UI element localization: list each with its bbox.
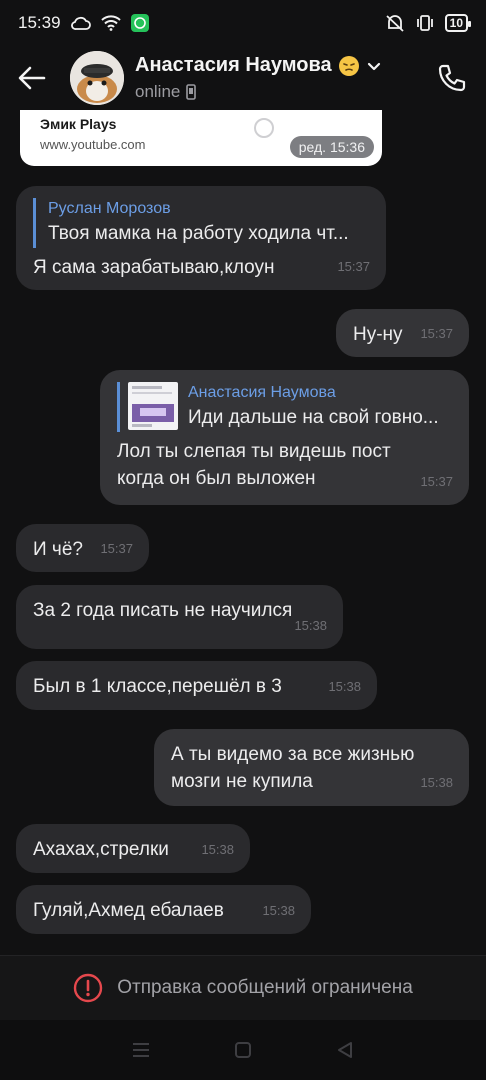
- link-preview-title: Эмик Plays: [40, 116, 117, 132]
- phone-device-icon: [186, 84, 197, 100]
- contact-avatar[interactable]: [70, 51, 124, 105]
- message-bubble[interactable]: Ну-ну 15:37: [336, 309, 469, 357]
- vibrate-icon: [415, 14, 435, 32]
- message-text-line1: Лол ты слепая ты видешь пост: [117, 441, 391, 462]
- contact-status: online: [135, 82, 181, 101]
- silent-mode-icon: [385, 14, 405, 32]
- chat-screen: 15:39 10 Анастасия Наумова online Эмик P…: [0, 0, 486, 1080]
- link-preview-card[interactable]: Эмик Plays www.youtube.com ред. 15:36: [20, 110, 382, 166]
- message-bubble[interactable]: А ты видемо за все жизнью мозги не купил…: [154, 729, 469, 806]
- reply-author: Руслан Морозов: [48, 200, 171, 217]
- home-icon[interactable]: [233, 1040, 253, 1060]
- wifi-icon: [100, 15, 121, 31]
- message-time: 15:37: [420, 326, 453, 341]
- message-time: 15:37: [100, 541, 133, 556]
- reply-text: Твоя мамка на работу ходила чт...: [48, 223, 349, 244]
- reply-author: Анастасия Наумова: [188, 384, 336, 401]
- message-text-line2: мозги не купила: [171, 771, 313, 792]
- message-bubble[interactable]: Руслан Морозов Твоя мамка на работу ходи…: [16, 186, 386, 290]
- message-time: 15:37: [337, 259, 370, 274]
- message-time: 15:37: [420, 474, 453, 489]
- reply-thumbnail: [128, 382, 178, 430]
- message-text: Гуляй,Ахмед ебалаев: [33, 900, 224, 921]
- reply-text: Иди дальше на свой говно...: [188, 407, 439, 428]
- message-text: Я сама зарабатываю,клоун: [33, 257, 275, 278]
- reply-quote[interactable]: Анастасия Наумова Иди дальше на свой гов…: [117, 382, 452, 432]
- chevron-down-icon[interactable]: [366, 60, 382, 72]
- message-time: 15:38: [420, 775, 453, 790]
- alert-circle-icon: [73, 973, 103, 1003]
- message-text: За 2 года писать не научился: [33, 600, 293, 621]
- message-bubble[interactable]: Был в 1 классе,перешёл в 3 15:38: [16, 661, 377, 710]
- back-triangle-icon[interactable]: [335, 1040, 355, 1060]
- message-time: 15:38: [262, 903, 295, 918]
- emoji-icon: [338, 55, 360, 77]
- back-arrow-icon[interactable]: [18, 66, 46, 90]
- edited-time-badge: ред. 15:36: [289, 136, 374, 158]
- status-time: 15:39: [18, 13, 61, 32]
- status-bar: 15:39 10: [0, 0, 486, 46]
- message-list[interactable]: Эмик Plays www.youtube.com ред. 15:36 Ру…: [0, 110, 486, 955]
- select-circle-icon[interactable]: [254, 118, 274, 138]
- message-text: Был в 1 классе,перешёл в 3: [33, 676, 282, 697]
- restriction-text: Отправка сообщений ограничена: [117, 977, 413, 998]
- contact-name[interactable]: Анастасия Наумова: [135, 54, 332, 77]
- phone-icon[interactable]: [436, 62, 468, 94]
- message-text-line2: когда он был выложен: [117, 468, 316, 489]
- chat-header: Анастасия Наумова online: [0, 46, 486, 110]
- message-bubble[interactable]: Анастасия Наумова Иди дальше на свой гов…: [100, 370, 469, 505]
- system-navigation-bar: [0, 1020, 486, 1080]
- message-text-line1: А ты видемо за все жизнью: [171, 744, 415, 765]
- messaging-restricted-bar: Отправка сообщений ограничена: [0, 955, 486, 1020]
- message-time: 15:38: [294, 618, 327, 633]
- message-time: 15:38: [201, 842, 234, 857]
- recents-menu-icon[interactable]: [131, 1041, 151, 1059]
- message-time: 15:38: [328, 679, 361, 694]
- reply-quote[interactable]: Руслан Морозов Твоя мамка на работу ходи…: [33, 198, 369, 248]
- message-bubble[interactable]: Ахахах,стрелки 15:38: [16, 824, 250, 873]
- message-bubble[interactable]: И чё? 15:37: [16, 524, 149, 572]
- battery-indicator: 10: [444, 14, 472, 32]
- whatsapp-notification-icon: [130, 14, 149, 32]
- message-bubble[interactable]: За 2 года писать не научился 15:38: [16, 585, 343, 649]
- cloud-icon: [70, 16, 91, 30]
- message-bubble[interactable]: Гуляй,Ахмед ебалаев 15:38: [16, 885, 311, 934]
